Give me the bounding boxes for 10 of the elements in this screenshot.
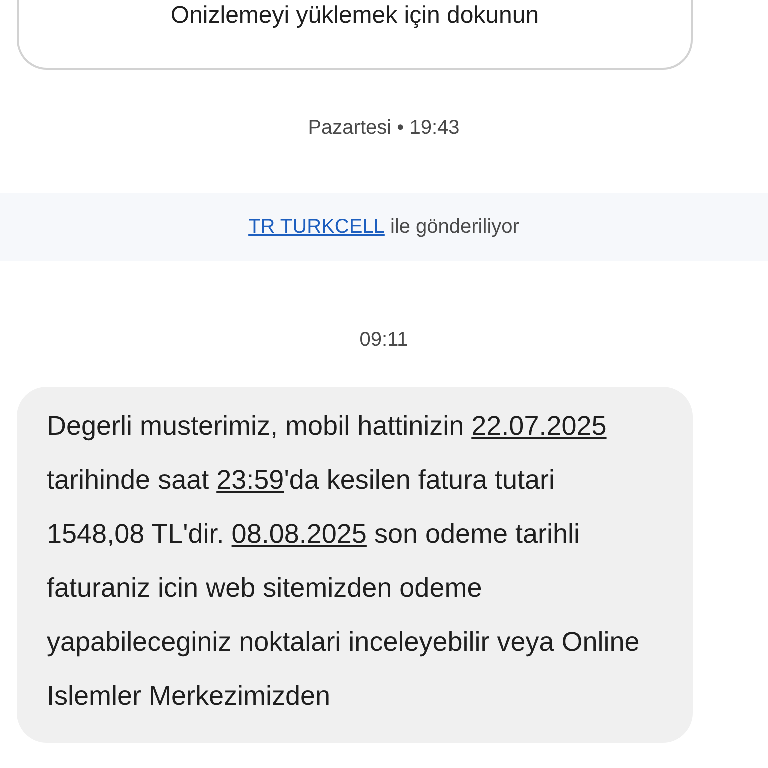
message-text: Degerli musterimiz, mobil hattinizin 22.07.2025 tarihinde saat 23:59'da kesilen fatura tutari 1548,08 TL'dir. 08.08.2025 son odeme tarihli faturaniz icin web sitemizden odeme yapabileceginiz noktalari inceleyebilir veya Online Islemler Merkezimizden xyxy=(47,410,641,713)
timestamp: Pazartesi • 19:43 xyxy=(307,116,461,141)
link-preview-card[interactable]: Onizlemeyi yüklemek için dokunun xyxy=(17,0,693,70)
date-link[interactable]: 23:59 xyxy=(216,465,284,495)
sender-note: ile gönderiliyor xyxy=(389,216,520,238)
date-link[interactable]: 22.07.2025 xyxy=(472,411,607,441)
preview-hint: Onizlemeyi yüklemek için dokunun xyxy=(170,1,540,31)
sender-link[interactable]: TR TURKCELL xyxy=(248,216,385,238)
timestamp: 09:11 xyxy=(358,328,410,353)
date-link[interactable]: 08.08.2025 xyxy=(232,519,367,549)
